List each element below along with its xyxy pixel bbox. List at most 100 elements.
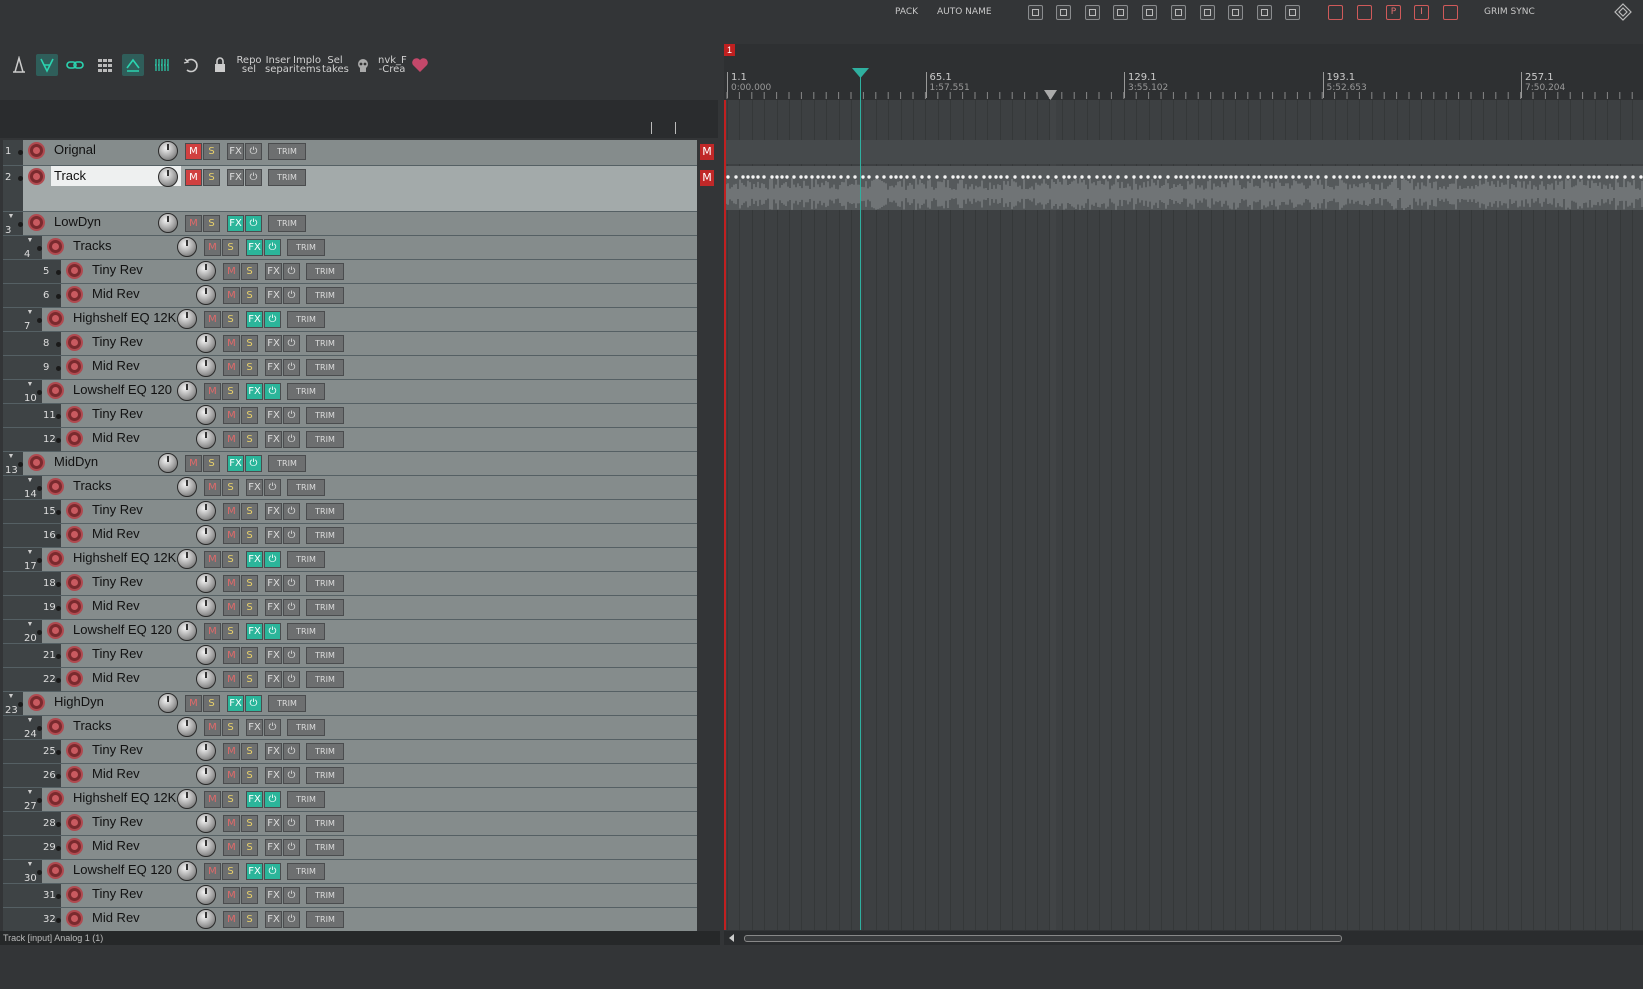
fx-bypass-button[interactable]: ⏻ (283, 767, 300, 784)
track-row[interactable]: 27 ▼ Highshelf EQ 12K M S FX ⏻ TRIM (3, 788, 697, 812)
mute-button[interactable]: M (204, 239, 221, 256)
folder-collapse-icon[interactable]: ▼ (6, 212, 16, 221)
track-row[interactable]: 4 ▼ Tracks M S FX ⏻ TRIM (3, 236, 697, 260)
fx-bypass-button[interactable]: ⏻ (245, 695, 262, 712)
link-icon[interactable] (64, 54, 86, 76)
fx-button[interactable]: FX (265, 839, 282, 856)
track-row[interactable]: 31 Tiny Rev M S FX ⏻ TRIM (3, 884, 697, 908)
trim-automation-button[interactable]: TRIM (306, 839, 344, 856)
mute-button[interactable]: M (185, 695, 202, 712)
mute-button[interactable]: M (204, 623, 221, 640)
solo-button[interactable]: S (241, 743, 258, 760)
fx-button[interactable]: FX (265, 671, 282, 688)
track-name[interactable]: Mid Rev (89, 524, 199, 544)
track-name[interactable]: Tracks (70, 476, 180, 496)
mute-button[interactable]: M (223, 599, 240, 616)
folder-collapse-icon[interactable]: ▼ (25, 236, 35, 245)
record-arm-button[interactable] (66, 742, 83, 759)
fx-bypass-button[interactable]: ⏻ (245, 455, 262, 472)
record-arm-button[interactable] (66, 526, 83, 543)
track-row[interactable]: 9 Mid Rev M S FX ⏻ TRIM (3, 356, 697, 380)
lock-icon[interactable] (209, 54, 231, 76)
mute-indicator-badge[interactable]: M (700, 144, 714, 160)
solo-button[interactable]: S (241, 647, 258, 664)
trim-automation-button[interactable]: TRIM (287, 479, 325, 496)
fx-button[interactable]: FX (246, 623, 263, 640)
trim-automation-button[interactable]: TRIM (306, 359, 344, 376)
solo-button[interactable]: S (241, 431, 258, 448)
fx-bypass-button[interactable]: ⏻ (283, 527, 300, 544)
mute-button[interactable]: M (223, 839, 240, 856)
track-row[interactable]: 16 Mid Rev M S FX ⏻ TRIM (3, 524, 697, 548)
track-name[interactable]: Lowshelf EQ 120 (70, 380, 180, 400)
track-row[interactable]: 7 ▼ Highshelf EQ 12K M S FX ⏻ TRIM (3, 308, 697, 332)
fx-button[interactable]: FX (265, 287, 282, 304)
track-row[interactable]: 6 Mid Rev M S FX ⏻ TRIM (3, 284, 697, 308)
track-name[interactable]: Mid Rev (89, 356, 199, 376)
volume-knob[interactable] (196, 645, 216, 665)
solo-button[interactable]: S (241, 407, 258, 424)
fx-button[interactable]: FX (265, 431, 282, 448)
fx-button[interactable]: FX (246, 479, 263, 496)
fx-bypass-button[interactable]: ⏻ (283, 407, 300, 424)
fx-button[interactable]: FX (246, 551, 263, 568)
record-arm-button[interactable] (28, 694, 45, 711)
mute-button[interactable]: M (223, 911, 240, 928)
record-arm-button[interactable] (66, 814, 83, 831)
mute-button[interactable]: M (223, 359, 240, 376)
track-name[interactable]: Mid Rev (89, 428, 199, 448)
folder-collapse-icon[interactable]: ▼ (25, 380, 35, 389)
solo-button[interactable]: S (241, 815, 258, 832)
folder-collapse-icon[interactable]: ▼ (25, 716, 35, 725)
layout-button-8[interactable] (1228, 5, 1243, 20)
track-name[interactable]: LowDyn (51, 212, 161, 232)
skull-icon[interactable] (352, 54, 374, 76)
record-arm-button[interactable] (66, 334, 83, 351)
mute-button[interactable]: M (223, 503, 240, 520)
fx-bypass-button[interactable]: ⏻ (283, 743, 300, 760)
layout-button-6[interactable] (1171, 5, 1186, 20)
record-arm-button[interactable] (47, 622, 64, 639)
solo-button[interactable]: S (241, 887, 258, 904)
track-name[interactable]: Mid Rev (89, 596, 199, 616)
trim-automation-button[interactable]: TRIM (287, 383, 325, 400)
trim-automation-button[interactable]: TRIM (268, 695, 306, 712)
fx-button[interactable]: FX (265, 911, 282, 928)
trim-automation-button[interactable]: TRIM (306, 671, 344, 688)
track-row[interactable]: 1 Orignal M S FX ⏻ TRIM (3, 140, 697, 166)
nvk-create-action[interactable]: nvk_F -Crea (378, 56, 407, 75)
volume-knob[interactable] (196, 813, 216, 833)
trim-automation-button[interactable]: TRIM (287, 239, 325, 256)
fx-bypass-button[interactable]: ⏻ (245, 143, 262, 160)
track-row[interactable]: 3 ▼ LowDyn M S FX ⏻ TRIM (3, 212, 697, 236)
fx-bypass-button[interactable]: ⏻ (264, 791, 281, 808)
trim-automation-button[interactable]: TRIM (268, 215, 306, 232)
volume-knob[interactable] (177, 717, 197, 737)
fx-button[interactable]: FX (265, 599, 282, 616)
volume-knob[interactable] (177, 621, 197, 641)
track-name[interactable]: Highshelf EQ 12K (70, 548, 180, 568)
layout-button-2[interactable] (1056, 5, 1071, 20)
folder-collapse-icon[interactable]: ▼ (6, 692, 16, 701)
record-arm-button[interactable] (47, 238, 64, 255)
track-name[interactable]: Mid Rev (89, 836, 199, 856)
trim-automation-button[interactable]: TRIM (306, 263, 344, 280)
solo-button[interactable]: S (241, 503, 258, 520)
red-action-button-close[interactable] (1443, 5, 1458, 20)
fx-bypass-button[interactable]: ⏻ (283, 815, 300, 832)
record-arm-button[interactable] (47, 478, 64, 495)
solo-button[interactable]: S (241, 599, 258, 616)
fx-bypass-button[interactable]: ⏻ (264, 551, 281, 568)
record-arm-button[interactable] (66, 646, 83, 663)
trim-automation-button[interactable]: TRIM (287, 719, 325, 736)
record-arm-button[interactable] (66, 886, 83, 903)
solo-button[interactable]: S (241, 911, 258, 928)
record-arm-button[interactable] (66, 910, 83, 927)
folder-collapse-icon[interactable]: ▼ (25, 860, 35, 869)
track-row[interactable]: 28 Tiny Rev M S FX ⏻ TRIM (3, 812, 697, 836)
fx-button[interactable]: FX (246, 239, 263, 256)
solo-button[interactable]: S (222, 863, 239, 880)
media-item-orignal[interactable] (726, 140, 1643, 164)
volume-knob[interactable] (196, 501, 216, 521)
volume-knob[interactable] (158, 167, 178, 187)
